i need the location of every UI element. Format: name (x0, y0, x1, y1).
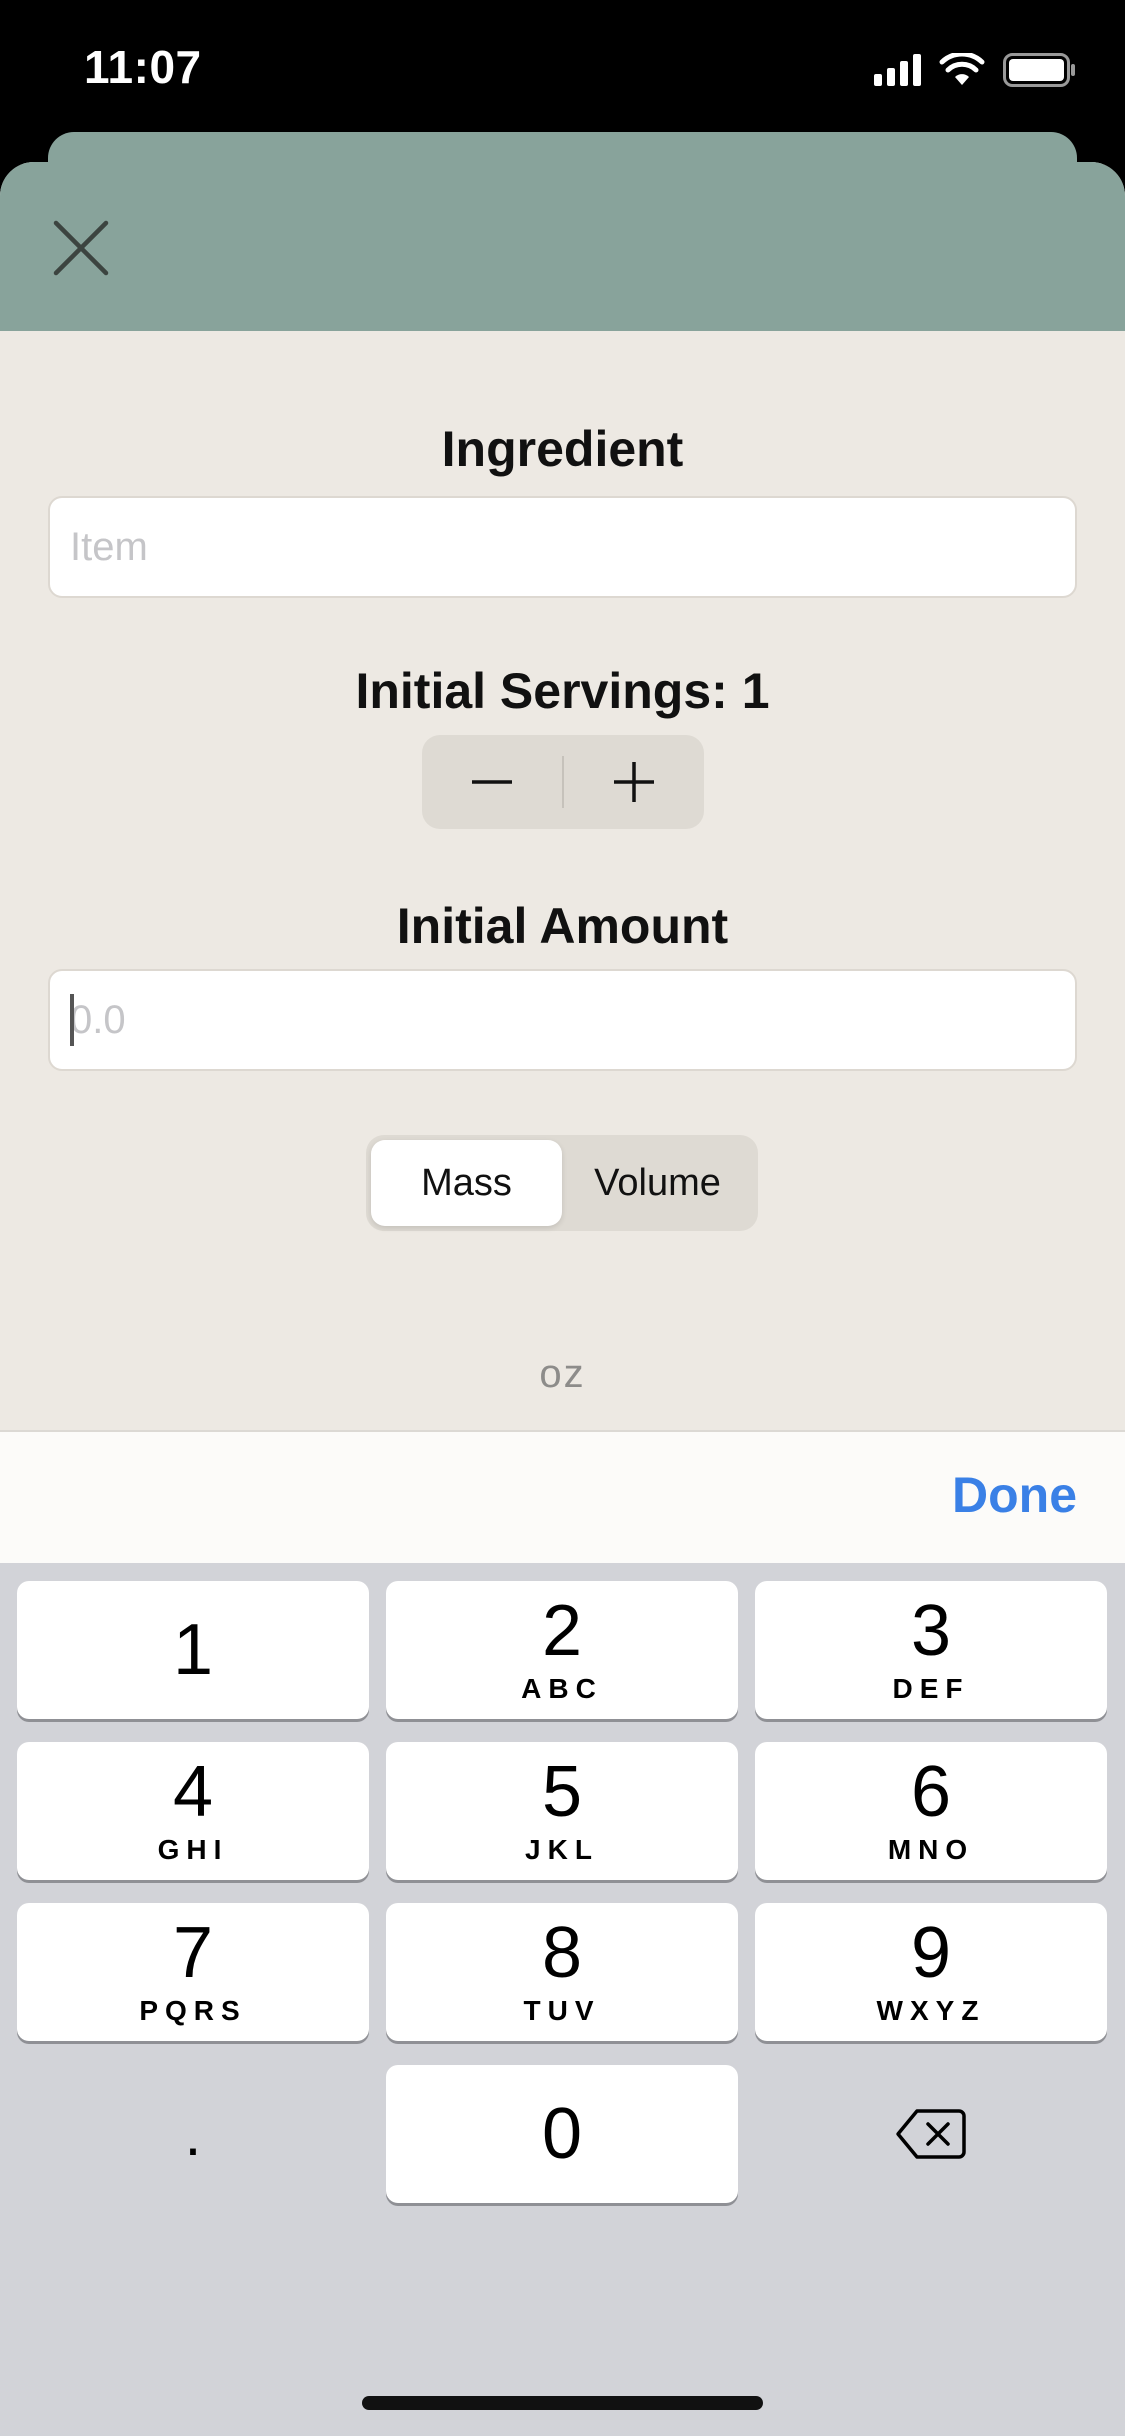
key-letters: JKL (525, 1834, 599, 1865)
key-number: 9 (910, 1913, 952, 1993)
add-ingredient-sheet: Ingredient Initial Servings: 1 Initial A… (0, 162, 1125, 1430)
key-number: 1 (172, 1610, 214, 1690)
home-indicator[interactable] (362, 2396, 763, 2410)
key-2[interactable]: 2 ABC (386, 1581, 738, 1719)
text-cursor (70, 994, 74, 1046)
measure-type-control: Mass Volume (366, 1135, 758, 1231)
delete-icon (896, 2109, 966, 2159)
key-3[interactable]: 3 DEF (755, 1581, 1107, 1719)
key-number: 3 (910, 1591, 952, 1671)
key-6[interactable]: 6 MNO (755, 1742, 1107, 1880)
key-number: 4 (172, 1752, 214, 1832)
status-bar: 11:07 (0, 0, 1125, 135)
done-button[interactable]: Done (952, 1466, 1077, 1524)
key-letters: WXYZ (876, 1995, 986, 2026)
wifi-icon (939, 53, 985, 85)
initial-amount-title: Initial Amount (396, 898, 729, 954)
key-letters: GHI (157, 1834, 229, 1865)
keyboard-toolbar: Done (0, 1430, 1125, 1563)
delete-key[interactable] (755, 2065, 1107, 2203)
key-9[interactable]: 9 WXYZ (755, 1903, 1107, 2041)
initial-servings-label: Initial Servings: 1 (0, 662, 1125, 720)
status-time: 11:07 (84, 41, 202, 93)
key-letters: MNO (887, 1834, 975, 1865)
key-letters: PQRS (139, 1995, 247, 2026)
key-letters: TUV (523, 1995, 601, 2026)
key-number: 0 (541, 2094, 583, 2174)
key-number: 6 (910, 1752, 952, 1832)
key-letters: ABC (521, 1673, 603, 1704)
decrement-button[interactable] (422, 735, 562, 829)
battery-icon (1003, 53, 1075, 87)
close-icon (53, 220, 109, 276)
key-1[interactable]: 1 (17, 1581, 369, 1719)
servings-value: 1 (741, 663, 770, 719)
unit-picker-value[interactable]: oz (0, 1352, 1125, 1397)
servings-stepper (422, 735, 704, 829)
cellular-signal-icon (874, 54, 921, 86)
servings-label: Initial Servings: (355, 663, 728, 719)
key-number: 5 (541, 1752, 583, 1832)
number-pad: 1 2 ABC 3 DEF 4 GHI 5 JKL 6 MNO 7 PQRS 8… (0, 1563, 1125, 2436)
decimal-symbol: . (184, 2100, 202, 2168)
ingredient-title: Ingredient (441, 421, 684, 477)
key-7[interactable]: 7 PQRS (17, 1903, 369, 2041)
key-number: 7 (172, 1913, 214, 1993)
key-0[interactable]: 0 (386, 2065, 738, 2203)
key-5[interactable]: 5 JKL (386, 1742, 738, 1880)
key-number: 2 (541, 1591, 583, 1671)
key-letters: DEF (892, 1673, 970, 1704)
segment-mass[interactable]: Mass (371, 1140, 562, 1226)
key-4[interactable]: 4 GHI (17, 1742, 369, 1880)
key-8[interactable]: 8 TUV (386, 1903, 738, 2041)
minus-icon (472, 780, 512, 784)
sheet-header (0, 162, 1125, 331)
status-icons (874, 50, 1077, 90)
key-decimal[interactable]: . (17, 2065, 369, 2203)
ingredient-item-input[interactable] (48, 496, 1077, 598)
close-button[interactable] (48, 215, 114, 281)
key-number: 8 (541, 1913, 583, 1993)
segment-volume[interactable]: Volume (562, 1140, 753, 1226)
plus-icon (614, 762, 654, 802)
increment-button[interactable] (564, 735, 704, 829)
initial-amount-input[interactable] (48, 969, 1077, 1071)
